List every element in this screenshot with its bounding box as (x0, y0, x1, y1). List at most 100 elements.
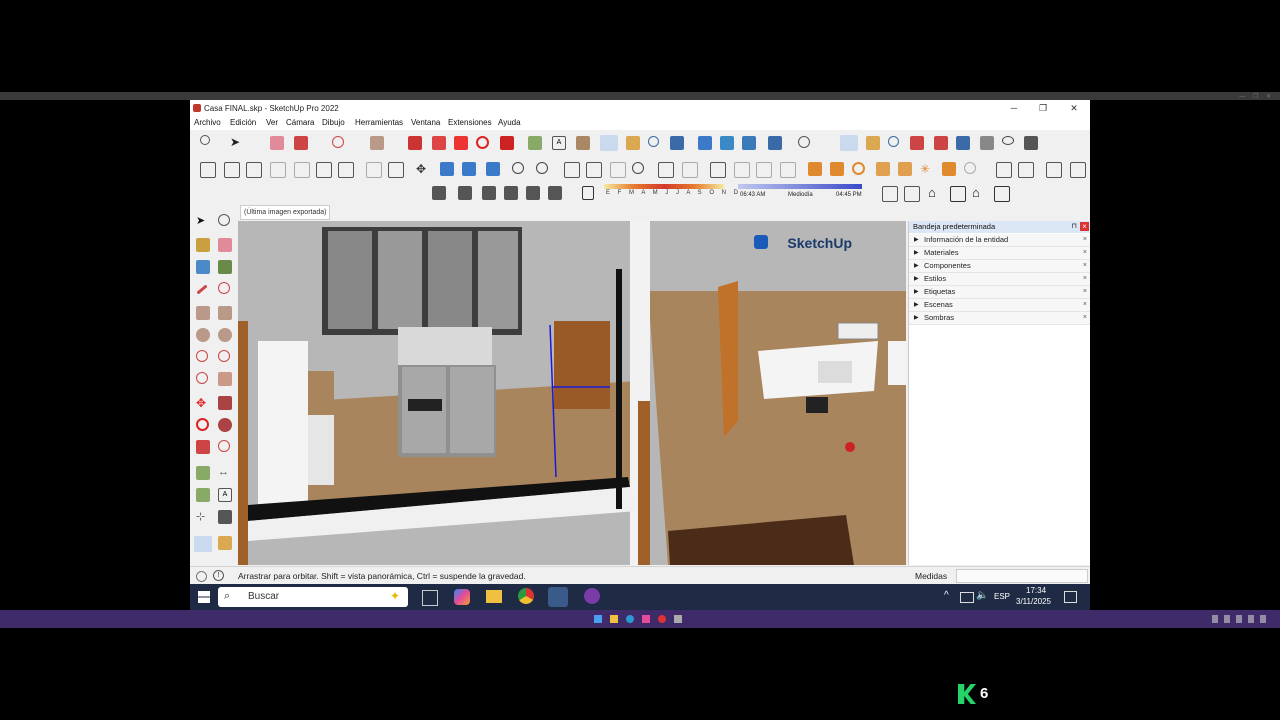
menu-extensiones[interactable]: Extensiones (448, 118, 492, 127)
tray-item-close-icon[interactable]: × (1083, 312, 1087, 324)
menu-ver[interactable]: Ver (266, 118, 278, 127)
menu-archivo[interactable]: Archivo (194, 118, 221, 127)
sandbox-from-contours-icon[interactable] (808, 162, 822, 176)
zoom-icon[interactable] (648, 136, 659, 147)
network-icon[interactable] (960, 592, 974, 603)
tray-item-components[interactable]: ▶ Componentes × (909, 260, 1090, 273)
outer-cursor-icon[interactable] (674, 615, 682, 623)
measurements-input[interactable] (956, 569, 1088, 583)
pushpull-icon[interactable] (408, 136, 422, 150)
menu-ventana[interactable]: Ventana (411, 118, 440, 127)
rotated-rect-left-icon[interactable] (218, 306, 232, 320)
move-arrows-icon[interactable]: ✥ (416, 162, 430, 176)
outer-start-icon[interactable] (594, 615, 602, 623)
scene-tab[interactable]: (Última imagen exportada) (240, 205, 331, 220)
tray-item-tags[interactable]: ▶ Etiquetas × (909, 286, 1090, 299)
copilot-icon[interactable] (454, 589, 470, 605)
scale-icon[interactable] (500, 136, 514, 150)
extension-icon[interactable] (720, 136, 734, 150)
look-around-icon[interactable] (1002, 136, 1014, 145)
outer-explorer-icon[interactable] (610, 615, 618, 623)
scene-icon-4[interactable] (504, 186, 518, 200)
axes-left-icon[interactable]: ⊹ (196, 510, 210, 524)
stamp-icon[interactable] (876, 162, 890, 176)
warehouse-icon[interactable] (698, 136, 712, 150)
minimize-button[interactable]: ─ (1000, 101, 1028, 115)
building-icon[interactable] (950, 186, 966, 202)
previous-view-icon[interactable] (956, 136, 970, 150)
orbit-icon[interactable] (600, 135, 618, 151)
xray-icon[interactable] (512, 162, 524, 174)
tray-item-close-icon[interactable]: × (1083, 234, 1087, 246)
clock-time[interactable]: 17:34 (1026, 586, 1046, 595)
recorder-icon[interactable] (584, 588, 600, 604)
paint-icon[interactable] (576, 136, 590, 150)
tray-item-close-icon[interactable]: × (1083, 260, 1087, 272)
file-explorer-icon[interactable] (486, 590, 502, 603)
arc2-left-icon[interactable] (218, 350, 230, 362)
add-detail-icon[interactable]: ✳ (920, 162, 934, 176)
time-slider[interactable] (738, 184, 862, 189)
tag-left-icon[interactable] (218, 260, 232, 274)
tape-left-icon[interactable] (196, 466, 210, 480)
house-icon[interactable]: ⌂ (928, 186, 942, 200)
zoom-icon-2[interactable] (888, 136, 899, 147)
scene-icon-2[interactable] (458, 186, 472, 200)
smoove-icon[interactable] (852, 162, 865, 175)
views-top-icon[interactable] (224, 162, 240, 178)
tray-item-entity-info[interactable]: ▶ Información de la entidad × (909, 234, 1090, 247)
shaded-icon[interactable] (610, 162, 626, 178)
outer-edge-icon[interactable] (626, 615, 634, 623)
pan-icon[interactable] (626, 136, 640, 150)
orbit-icon-2[interactable] (840, 135, 858, 151)
rotate-icon[interactable] (476, 136, 489, 149)
scene-icon-1[interactable] (432, 186, 446, 200)
outer-chrome-icon[interactable] (658, 615, 666, 623)
disabled-tool-icon[interactable] (964, 162, 976, 174)
menu-edicion[interactable]: Edición (230, 118, 256, 127)
solid-trim-icon[interactable] (486, 162, 500, 176)
hidden-line-icon[interactable] (586, 162, 602, 178)
orbit-left-icon[interactable] (218, 214, 230, 226)
sandbox-scratch-icon[interactable] (830, 162, 844, 176)
floor-plan-icon[interactable] (904, 186, 920, 202)
cube-icon[interactable] (1070, 162, 1086, 178)
group-icon[interactable] (366, 162, 382, 178)
tray-item-materials[interactable]: ▶ Materiales × (909, 247, 1090, 260)
scene-icon-6[interactable] (548, 186, 562, 200)
pie-left-icon[interactable] (218, 372, 232, 386)
select-icon[interactable]: ➤ (196, 214, 210, 228)
views-right-icon[interactable] (270, 162, 286, 178)
close-button[interactable]: ✕ (1060, 101, 1088, 115)
protractor-left-icon[interactable] (196, 488, 210, 502)
menu-camara[interactable]: Cámara (286, 118, 314, 127)
circle-left-icon[interactable] (196, 328, 210, 342)
solid-subtract-icon[interactable] (462, 162, 476, 176)
walk-icon[interactable] (1024, 136, 1038, 150)
views-back-icon[interactable] (294, 162, 310, 178)
pan-icon-2[interactable] (866, 136, 880, 150)
line-left-icon[interactable] (196, 284, 208, 295)
account-icon[interactable] (798, 136, 810, 148)
style-builder-icon[interactable] (768, 136, 782, 150)
offset-left-icon[interactable] (218, 440, 230, 452)
tray-item-close-icon[interactable]: × (1083, 247, 1087, 259)
arc3-left-icon[interactable] (196, 372, 208, 384)
section-icon[interactable] (338, 162, 354, 178)
component-icon[interactable] (388, 162, 404, 178)
intersect-icon[interactable] (1018, 162, 1034, 178)
taskbar-search-box[interactable]: ⌕ Buscar ✦ (218, 587, 408, 607)
windows-start-icon[interactable] (198, 591, 210, 603)
tray-item-close-icon[interactable]: × (1083, 286, 1087, 298)
zoom-extents-icon-2[interactable] (934, 136, 948, 150)
pencil-icon[interactable] (294, 136, 308, 150)
sandbox-icon[interactable] (682, 162, 698, 178)
eraser-icon[interactable] (270, 136, 284, 150)
rotate-left-icon[interactable] (196, 418, 209, 431)
rectangle-left-icon[interactable] (196, 306, 210, 320)
task-view-icon[interactable] (422, 590, 438, 606)
outer-app-icon[interactable] (642, 615, 650, 623)
paint-bucket-icon[interactable] (196, 238, 210, 252)
monochrome-icon[interactable] (658, 162, 674, 178)
roof-icon[interactable] (994, 186, 1010, 202)
